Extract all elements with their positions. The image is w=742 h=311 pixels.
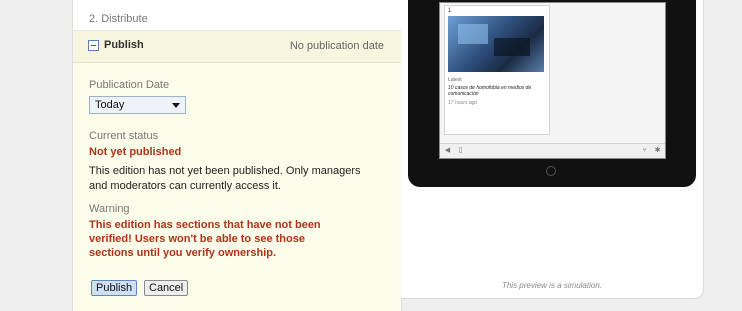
share-icon[interactable]: ⑂ [641, 147, 648, 154]
cancel-button[interactable]: Cancel [144, 280, 189, 296]
article-card[interactable]: 1 Latest 10 casos de homofobia en medios… [444, 5, 550, 135]
preview-simulation-note: This preview is a simulation. [501, 281, 603, 290]
article-thumbnail [448, 16, 544, 72]
step-distribute-label: 2. Distribute [89, 13, 148, 25]
preview-panel: 1 Latest 10 casos de homofobia en medios… [401, 0, 704, 299]
publish-button[interactable]: Publish [91, 280, 138, 296]
collapse-minus-icon[interactable] [88, 40, 99, 51]
editor-panel: 2. Distribute Publish No publication dat… [72, 0, 402, 311]
dropdown-arrow-icon [172, 103, 180, 108]
article-time: 17 hours ago [448, 100, 478, 106]
publication-date-select[interactable]: Today [89, 96, 186, 114]
publish-section-title: Publish [104, 39, 144, 51]
back-icon[interactable]: ◀ [444, 147, 451, 154]
current-status-label: Current status [89, 130, 159, 142]
warning-message: This edition has sections that have not … [89, 219, 321, 259]
publication-date-value: Today [95, 99, 125, 111]
article-category: Latest [448, 77, 462, 83]
publication-date-label: Publication Date [89, 79, 170, 91]
current-status-value: Not yet published [89, 146, 182, 158]
settings-icon[interactable]: ✱ [654, 147, 661, 154]
article-title: 10 casos de homofobia en medios de comun… [448, 85, 532, 97]
tablet-frame: 1 Latest 10 casos de homofobia en medios… [408, 0, 696, 187]
publication-date-summary: No publication date [289, 40, 384, 52]
warning-label: Warning [89, 203, 130, 215]
publish-section-header[interactable]: Publish No publication date [73, 31, 401, 63]
home-button-icon [546, 166, 556, 176]
tablet-screen: 1 Latest 10 casos de homofobia en medios… [439, 2, 666, 159]
current-status-description: This edition has not yet been published.… [89, 165, 361, 192]
preview-toolbar: ◀ ▯ ⑂ ✱ [440, 143, 665, 158]
article-number: 1 [448, 8, 452, 14]
publish-section-body: Publication Date Today Current status No… [73, 63, 401, 311]
book-icon[interactable]: ▯ [457, 147, 464, 154]
